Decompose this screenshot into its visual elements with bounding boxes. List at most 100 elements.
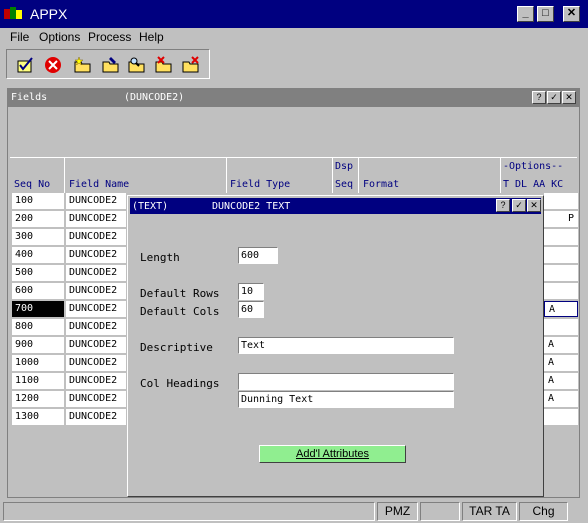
status-bar: PMZ TAR TA Chg <box>0 500 588 523</box>
descriptive-field[interactable]: Text <box>238 337 454 354</box>
row-options[interactable] <box>544 409 578 425</box>
row-seq-no[interactable]: 1100 <box>12 373 64 389</box>
row-field-name[interactable]: DUNCODE2 <box>66 337 126 353</box>
folder-cancel-icon[interactable] <box>181 55 201 75</box>
status-mode: Chg <box>519 502 568 521</box>
dialog-ok-button[interactable]: ✓ <box>512 199 526 212</box>
descriptive-label: Descriptive <box>140 341 213 354</box>
additional-attributes-button[interactable]: Add'l Attributes <box>259 445 406 463</box>
folder-star-icon[interactable] <box>73 55 93 75</box>
row-field-name[interactable]: DUNCODE2 <box>66 211 126 227</box>
header-divider <box>358 157 359 193</box>
cancel-icon[interactable] <box>43 55 63 75</box>
help-button[interactable]: ? <box>532 91 546 104</box>
toolbar <box>6 49 210 79</box>
default-cols-label: Default Cols <box>140 305 220 318</box>
menu-options[interactable]: Options <box>39 30 80 44</box>
fields-window-title: Fields <box>11 92 48 103</box>
dialog-title-type: (TEXT) <box>132 201 169 212</box>
header-seq: Seq <box>335 179 354 190</box>
minimize-button[interactable]: _ <box>517 6 534 22</box>
title-bar: APPX _ □ ✕ <box>0 0 588 28</box>
default-rows-field[interactable]: 10 <box>238 283 264 300</box>
check-doc-icon[interactable] <box>15 55 35 75</box>
text-attributes-dialog: (TEXT) DUNCODE2 TEXT ? ✓ ✕ Length 600 De… <box>127 195 544 497</box>
header-option-columns: T DL AA KC <box>503 179 564 190</box>
menu-help[interactable]: Help <box>139 30 164 44</box>
row-field-name[interactable]: DUNCODE2 <box>66 193 126 209</box>
header-options: -Options-- <box>503 161 564 172</box>
window-close-button[interactable]: ✕ <box>562 91 576 104</box>
fields-window-subtitle: (DUNCODE2) <box>124 92 185 103</box>
status-blank <box>420 502 460 521</box>
header-divider <box>500 157 501 193</box>
row-seq-no[interactable]: 300 <box>12 229 64 245</box>
row-field-name[interactable]: DUNCODE2 <box>66 373 126 389</box>
row-field-name[interactable]: DUNCODE2 <box>66 247 126 263</box>
app-title: APPX <box>30 6 68 22</box>
close-button[interactable]: ✕ <box>563 6 580 22</box>
row-options[interactable]: A <box>544 301 578 317</box>
folder-search-icon[interactable] <box>127 55 147 75</box>
row-field-name[interactable]: DUNCODE2 <box>66 283 126 299</box>
row-field-name[interactable]: DUNCODE2 <box>66 409 126 425</box>
row-options[interactable]: A <box>544 373 578 389</box>
row-options[interactable] <box>544 247 578 263</box>
col-heading-2-field[interactable]: Dunning Text <box>238 391 454 408</box>
fields-window-titlebar: Fields (DUNCODE2) ? ✓ ✕ <box>8 89 579 107</box>
row-options[interactable]: A <box>544 355 578 371</box>
menu-file[interactable]: File <box>10 30 29 44</box>
length-label: Length <box>140 251 180 264</box>
dialog-titlebar: (TEXT) DUNCODE2 TEXT ? ✓ ✕ <box>130 198 541 214</box>
menu-bar: File Options Process Help <box>0 28 588 47</box>
header-seq-no: Seq No <box>14 179 51 190</box>
row-seq-no[interactable]: 600 <box>12 283 64 299</box>
row-options[interactable] <box>544 193 578 209</box>
header-field-name: Field Name <box>69 179 130 190</box>
row-field-name[interactable]: DUNCODE2 <box>66 301 126 317</box>
header-dsp: Dsp <box>335 161 354 172</box>
dialog-title-field: DUNCODE2 TEXT <box>212 201 291 212</box>
menu-process[interactable]: Process <box>88 30 131 44</box>
col-heading-1-field[interactable] <box>238 373 454 390</box>
row-options[interactable] <box>544 265 578 281</box>
row-options[interactable] <box>544 283 578 299</box>
row-seq-no[interactable]: 1300 <box>12 409 64 425</box>
col-headings-label: Col Headings <box>140 377 220 390</box>
row-field-name[interactable]: DUNCODE2 <box>66 265 126 281</box>
folder-edit-icon[interactable] <box>101 55 121 75</box>
row-seq-no[interactable]: 500 <box>12 265 64 281</box>
ok-check-button[interactable]: ✓ <box>547 91 561 104</box>
row-seq-no[interactable]: 100 <box>12 193 64 209</box>
row-seq-no[interactable]: 200 <box>12 211 64 227</box>
row-options[interactable] <box>544 319 578 335</box>
row-seq-no[interactable]: 900 <box>12 337 64 353</box>
maximize-button[interactable]: □ <box>537 6 554 22</box>
header-field-type: Field Type <box>230 179 291 190</box>
status-tar-ta: TAR TA <box>462 502 517 521</box>
row-seq-no[interactable]: 800 <box>12 319 64 335</box>
row-seq-no[interactable]: 700 <box>12 301 64 317</box>
default-cols-field[interactable]: 60 <box>238 301 264 318</box>
appx-logo-icon <box>4 7 22 19</box>
row-field-name[interactable]: DUNCODE2 <box>66 229 126 245</box>
row-field-name[interactable]: DUNCODE2 <box>66 391 126 407</box>
row-seq-no[interactable]: 400 <box>12 247 64 263</box>
header-divider <box>226 157 227 193</box>
row-options[interactable] <box>544 229 578 245</box>
length-field[interactable]: 600 <box>238 247 278 264</box>
status-message <box>3 502 375 521</box>
dialog-close-button[interactable]: ✕ <box>527 199 541 212</box>
row-seq-no[interactable]: 1000 <box>12 355 64 371</box>
row-field-name[interactable]: DUNCODE2 <box>66 319 126 335</box>
row-options[interactable]: A <box>544 391 578 407</box>
folder-delete-icon[interactable] <box>154 55 174 75</box>
default-rows-label: Default Rows <box>140 287 220 300</box>
dialog-help-button[interactable]: ? <box>496 199 510 212</box>
status-pmz: PMZ <box>377 502 418 521</box>
row-seq-no[interactable]: 1200 <box>12 391 64 407</box>
row-options[interactable]: P <box>544 211 578 227</box>
row-field-name[interactable]: DUNCODE2 <box>66 355 126 371</box>
row-options[interactable]: A <box>544 337 578 353</box>
header-format: Format <box>363 179 400 190</box>
